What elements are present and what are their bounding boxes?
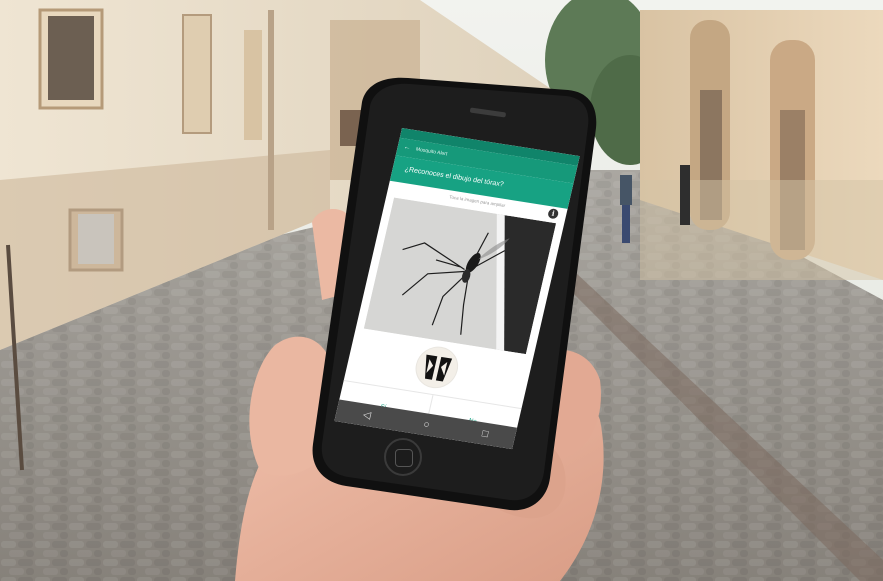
info-icon[interactable]: i <box>547 208 560 220</box>
phone-home-button <box>384 438 422 476</box>
mosquito-image <box>363 197 557 355</box>
mosquito-photo[interactable] <box>363 197 557 355</box>
back-icon[interactable]: ◁ <box>362 409 372 421</box>
back-arrow-icon[interactable]: ← <box>402 139 413 158</box>
home-icon[interactable]: ○ <box>422 419 430 431</box>
recents-icon[interactable]: □ <box>481 428 489 440</box>
toolbar-title: Mosquito Alert <box>415 146 448 158</box>
thorax-pattern-illustration <box>411 343 463 392</box>
photo-scene: ← Mosquito Alert ¿Reconoces el dibujo de… <box>0 0 883 581</box>
